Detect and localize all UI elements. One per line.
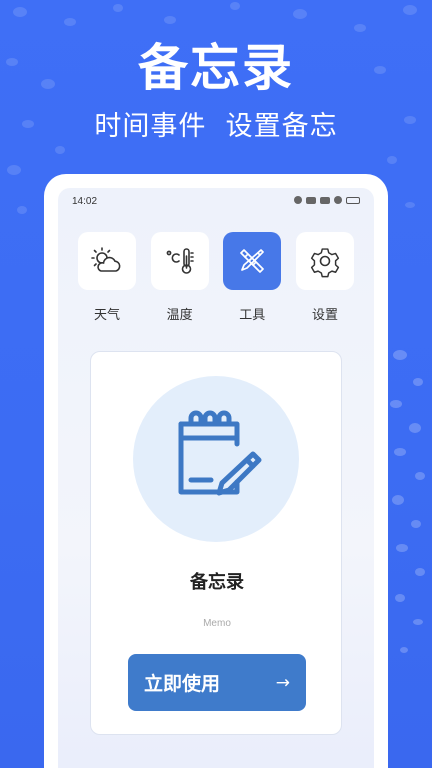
memo-card: 备忘录 Memo 立即使用 → (90, 351, 342, 735)
tool-label: 天气 (93, 308, 120, 323)
signal-icon (320, 196, 330, 204)
banner-subtitle: 时间事件 设置备忘 (94, 111, 338, 142)
status-icons (294, 196, 360, 204)
hd-icon (306, 196, 316, 204)
wifi-icon (334, 196, 342, 204)
notepad-pencil-icon (178, 410, 262, 496)
tool-label: 设置 (311, 308, 338, 323)
banner-title: 备忘录 (138, 39, 294, 97)
battery-icon (346, 196, 360, 204)
tool-bar: 天气 温度 工具 设置 (78, 232, 354, 323)
gear-icon (310, 248, 340, 278)
status-time: 14:02 (72, 196, 98, 207)
tool-tools[interactable]: 工具 (223, 232, 282, 323)
use-now-label: 立即使用 (144, 673, 221, 695)
card-subtitle: Memo (203, 618, 231, 629)
thermometer-icon (166, 248, 194, 274)
tool-label: 温度 (166, 308, 193, 323)
use-now-button[interactable]: 立即使用 → (128, 654, 306, 711)
tool-label: 工具 (239, 308, 266, 323)
arrow-right-icon: → (275, 672, 290, 693)
tools-icon (240, 249, 265, 273)
tool-weather[interactable]: 天气 (78, 232, 136, 323)
vibrate-icon (294, 196, 302, 204)
phone-screen: 14:02 天气 温度 工具 设置 备忘录 Memo 立即使用 → (58, 188, 374, 768)
card-title: 备忘录 (190, 572, 244, 593)
weather-icon (91, 247, 121, 272)
tool-temperature[interactable]: 温度 (150, 232, 209, 323)
tool-settings[interactable]: 设置 (295, 232, 354, 323)
memo-icon-circle (133, 376, 299, 542)
